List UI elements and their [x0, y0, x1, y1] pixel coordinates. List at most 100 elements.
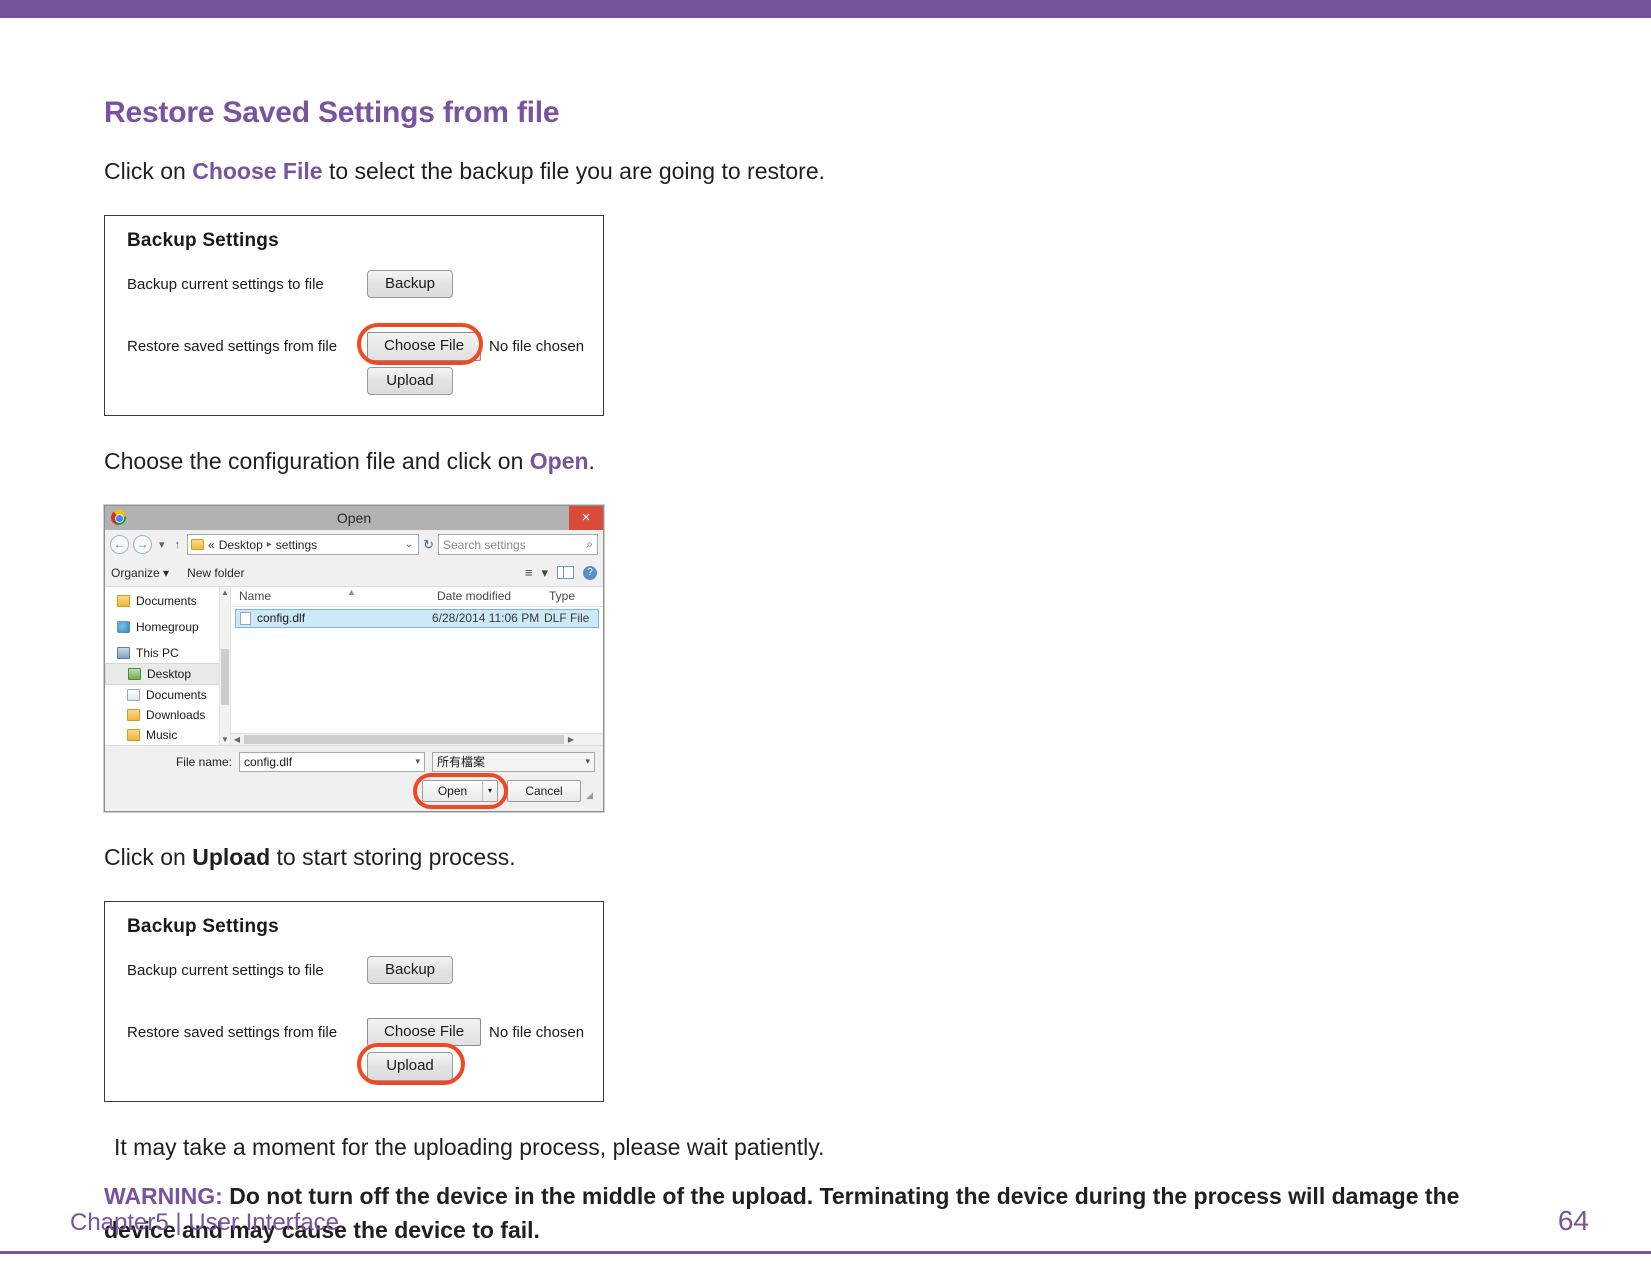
scroll-down-icon[interactable]: ▼	[220, 734, 230, 745]
sort-ascending-icon: ▲	[347, 586, 356, 597]
open-dropdown-icon[interactable]: ▾	[482, 779, 498, 802]
document-file-icon	[240, 611, 251, 625]
column-header-date-modified[interactable]: Date modified	[437, 589, 549, 603]
file-type: DLF File	[544, 611, 590, 626]
breadcrumb-prefix: «	[208, 537, 215, 552]
file-name: config.dlf	[257, 611, 306, 626]
file-type-filter-select[interactable]: 所有檔案 ▾	[432, 751, 595, 772]
dialog-title: Open	[336, 509, 372, 526]
scrollbar-thumb[interactable]	[244, 734, 564, 744]
close-icon[interactable]: ×	[569, 505, 603, 530]
column-header-name[interactable]: Name	[239, 589, 437, 603]
sidebar-label: Documents	[136, 593, 197, 608]
sidebar-item-music[interactable]: Music	[105, 725, 230, 745]
address-dropdown-icon[interactable]: ⌄	[405, 539, 413, 550]
backup-current-row-1: Backup current settings to file Backup	[127, 270, 603, 299]
no-file-chosen-status-1: No file chosen	[489, 337, 585, 355]
backup-settings-title-1: Backup Settings	[127, 230, 279, 252]
search-placeholder: Search settings	[443, 537, 526, 552]
sidebar-item-this-pc[interactable]: This PC	[105, 643, 230, 663]
open-button-group[interactable]: Open ▾	[413, 772, 508, 809]
forward-icon[interactable]: →	[133, 535, 152, 555]
step-3-suffix: to start storing process.	[270, 843, 516, 870]
restore-saved-label-1: Restore saved settings from file	[127, 337, 338, 355]
footer-chapter-label: Chapter5 | User Interface	[70, 1209, 340, 1236]
sidebar-label: Downloads	[146, 707, 206, 722]
upload-button-1[interactable]: Upload	[367, 366, 453, 395]
organize-caret-icon: ▾	[163, 565, 170, 580]
sidebar-label: Music	[146, 727, 178, 742]
choose-file-button-2[interactable]: Choose File	[367, 1018, 482, 1047]
backup-current-label-1: Backup current settings to file	[127, 275, 324, 293]
page-content: Restore Saved Settings from file Click o…	[104, 96, 1504, 1248]
page-footer: Chapter5 | User Interface 64	[0, 1175, 1651, 1275]
choose-file-button-1[interactable]: Choose File	[367, 332, 482, 361]
upload-button-2[interactable]: Upload	[367, 1052, 453, 1081]
dialog-body: Documents Homegroup This PC Desktop Docu…	[105, 586, 603, 745]
search-box[interactable]: Search settings ⌕	[438, 534, 598, 556]
scroll-left-icon[interactable]: ◀	[231, 735, 243, 744]
view-list-icon[interactable]: ≡	[525, 565, 533, 580]
step-2-bold-open: Open	[529, 447, 589, 474]
desktop-icon	[128, 667, 141, 680]
step-2-suffix: .	[588, 447, 595, 474]
sidebar-item-homegroup[interactable]: Homegroup	[105, 617, 230, 637]
sidebar-item-documents[interactable]: Documents	[105, 685, 230, 705]
backup-button-2[interactable]: Backup	[367, 955, 453, 985]
this-pc-icon	[117, 646, 130, 659]
scrollbar-thumb[interactable]	[221, 648, 229, 705]
upload-patience-note: It may take a moment for the uploading p…	[114, 1133, 825, 1160]
upload-row-1: Upload	[367, 366, 603, 395]
chevron-down-icon[interactable]: ▾	[415, 756, 420, 767]
scroll-up-icon[interactable]: ▲	[220, 587, 230, 598]
chevron-down-icon[interactable]: ▾	[585, 756, 590, 767]
footer-rule	[0, 1251, 1651, 1254]
dialog-nav-bar: ← → ▾ ↑ « Desktop ▸ settings ⌄ ↻ Search …	[105, 529, 603, 560]
sidebar-label: Documents	[146, 687, 207, 702]
cancel-button[interactable]: Cancel	[507, 779, 581, 802]
new-folder-button[interactable]: New folder	[187, 566, 244, 580]
step-2-instruction: Choose the configuration file and click …	[104, 446, 1504, 477]
backup-settings-panel-2: Backup Settings Backup current settings …	[104, 900, 604, 1102]
no-file-chosen-status-2: No file chosen	[489, 1023, 585, 1041]
step-3-prefix: Click on	[104, 843, 193, 870]
open-button[interactable]: Open	[422, 779, 482, 802]
backup-current-label-2: Backup current settings to file	[127, 961, 324, 979]
refresh-icon[interactable]: ↻	[423, 537, 434, 553]
sidebar-item-downloads[interactable]: Downloads	[105, 705, 230, 725]
organize-menu[interactable]: Organize ▾	[111, 566, 169, 580]
sidebar-item-desktop[interactable]: Desktop	[105, 662, 230, 685]
dialog-toolbar: Organize ▾ New folder ≡ ▾ ?	[105, 559, 603, 587]
history-dropdown-icon[interactable]: ▾	[156, 538, 168, 551]
file-list-item[interactable]: config.dlf 6/28/2014 11:06 PM DLF File	[235, 608, 599, 628]
scroll-right-icon[interactable]: ▶	[565, 735, 577, 744]
file-name-label: File name:	[175, 754, 232, 769]
file-list-horizontal-scrollbar[interactable]: ◀ ▶	[231, 732, 603, 745]
help-icon[interactable]: ?	[583, 565, 597, 580]
address-bar[interactable]: « Desktop ▸ settings ⌄	[187, 534, 420, 556]
back-icon[interactable]: ←	[110, 535, 129, 555]
column-header-type[interactable]: Type	[549, 589, 603, 603]
file-name-input[interactable]: config.dlf ▾	[239, 751, 425, 772]
restore-saved-label-2: Restore saved settings from file	[127, 1023, 338, 1041]
breadcrumb-item-desktop[interactable]: Desktop	[219, 538, 263, 552]
step-3-bold-upload: Upload	[192, 843, 271, 870]
upload-row-2: Upload	[357, 1043, 603, 1086]
view-dropdown-icon[interactable]: ▾	[541, 565, 548, 581]
organize-label: Organize	[111, 565, 160, 580]
sidebar-scrollbar[interactable]: ▲ ▼	[219, 586, 230, 745]
backup-button-1[interactable]: Backup	[367, 270, 453, 299]
preview-pane-icon[interactable]	[557, 566, 574, 580]
up-one-level-icon[interactable]: ↑	[172, 539, 184, 551]
breadcrumb-item-settings[interactable]: settings	[276, 538, 317, 552]
step-2-prefix: Choose the configuration file and click …	[104, 447, 530, 474]
navigation-sidebar: Documents Homegroup This PC Desktop Docu…	[105, 586, 231, 745]
resize-grip-icon[interactable]: ◢	[586, 790, 593, 801]
step-1-instruction: Click on Choose File to select the backu…	[104, 156, 1504, 187]
restore-saved-row-2: Restore saved settings from file Choose …	[127, 1018, 603, 1047]
restore-saved-row-1: Restore saved settings from file Choose …	[127, 323, 603, 366]
step-3-instruction: Click on Upload to start storing process…	[104, 842, 1504, 873]
step-1-prefix: Click on	[104, 158, 193, 184]
sidebar-item-documents-top[interactable]: Documents	[105, 591, 230, 611]
document-page: Restore Saved Settings from file Click o…	[0, 18, 1651, 1275]
